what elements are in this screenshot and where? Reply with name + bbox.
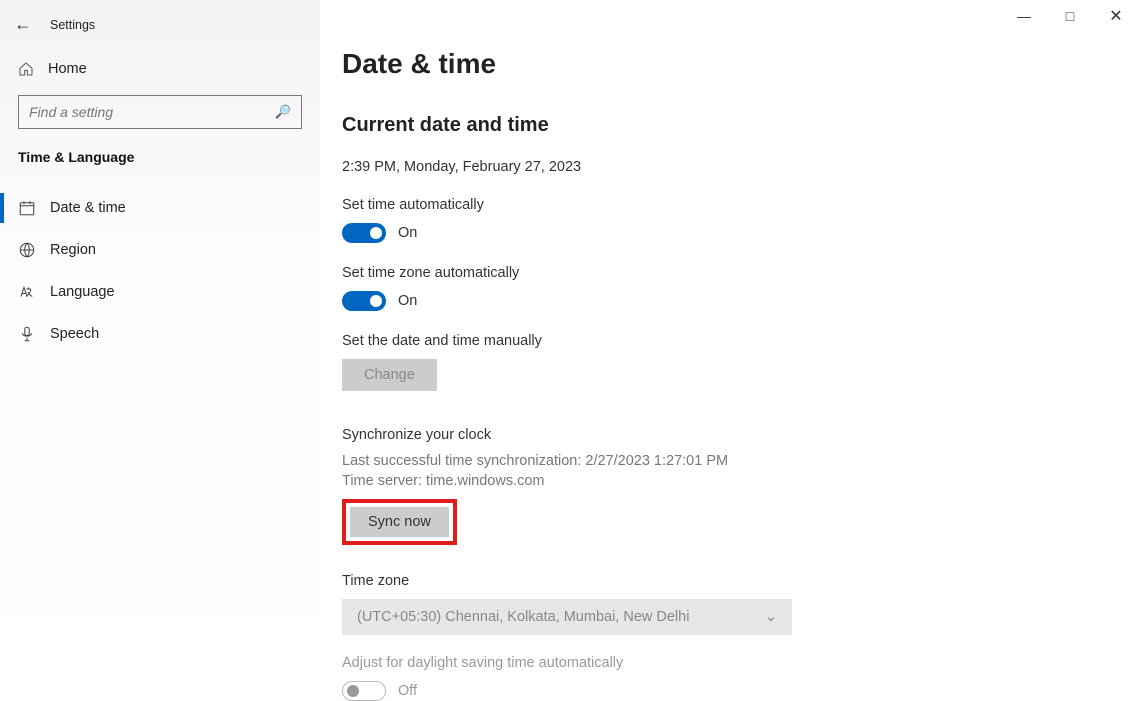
timezone-select: (UTC+05:30) Chennai, Kolkata, Mumbai, Ne… <box>342 599 792 635</box>
sidebar-item-label: Date & time <box>50 200 126 216</box>
language-icon <box>18 283 36 301</box>
window-title: Settings <box>50 18 95 32</box>
sidebar-item-label: Language <box>50 284 115 300</box>
tz-heading: Time zone <box>342 573 860 589</box>
daylight-label: Adjust for daylight saving time automati… <box>342 655 860 671</box>
sidebar-item-label: Region <box>50 242 96 258</box>
toggle-state: On <box>398 293 417 309</box>
manual-set-label: Set the date and time manually <box>342 333 860 349</box>
minimize-button[interactable]: ― <box>1001 0 1047 32</box>
window-controls: ― □ ✕ <box>1001 0 1139 32</box>
sidebar: ← Settings Home 🔍 Time & Language Date &… <box>0 0 320 693</box>
home-nav[interactable]: Home <box>0 53 320 95</box>
home-label: Home <box>48 61 87 77</box>
back-button[interactable]: ← <box>14 14 32 35</box>
current-datetime-value: 2:39 PM, Monday, February 27, 2023 <box>342 159 860 175</box>
search-input[interactable] <box>29 104 275 120</box>
microphone-icon <box>18 325 36 343</box>
sidebar-item-date-time[interactable]: Date & time <box>0 187 320 229</box>
daylight-toggle <box>342 681 386 701</box>
page-title: Date & time <box>342 48 860 80</box>
timezone-value: (UTC+05:30) Chennai, Kolkata, Mumbai, Ne… <box>357 609 689 625</box>
close-button[interactable]: ✕ <box>1093 0 1139 32</box>
sync-heading: Synchronize your clock <box>342 427 860 443</box>
category-heading: Time & Language <box>0 149 320 187</box>
set-time-auto-label: Set time automatically <box>342 197 860 213</box>
toggle-state: Off <box>398 683 417 699</box>
maximize-button[interactable]: □ <box>1047 0 1093 32</box>
main-content: Date & time Current date and time 2:39 P… <box>320 0 1139 693</box>
highlight-box: Sync now <box>342 499 457 545</box>
current-datetime-heading: Current date and time <box>342 114 860 137</box>
chevron-down-icon: ⌄ <box>765 609 777 625</box>
change-button: Change <box>342 359 437 391</box>
home-icon <box>18 61 34 77</box>
toggle-state: On <box>398 225 417 241</box>
search-icon: 🔍 <box>275 104 291 120</box>
sidebar-item-region[interactable]: Region <box>0 229 320 271</box>
globe-icon <box>18 241 36 259</box>
set-time-auto-toggle[interactable] <box>342 223 386 243</box>
set-tz-auto-label: Set time zone automatically <box>342 265 860 281</box>
sidebar-item-speech[interactable]: Speech <box>0 313 320 355</box>
time-server-text: Time server: time.windows.com <box>342 473 860 489</box>
calendar-icon <box>18 199 36 217</box>
search-box[interactable]: 🔍 <box>18 95 302 129</box>
last-sync-text: Last successful time synchronization: 2/… <box>342 453 860 469</box>
set-tz-auto-toggle[interactable] <box>342 291 386 311</box>
sidebar-item-label: Speech <box>50 326 99 342</box>
sidebar-item-language[interactable]: Language <box>0 271 320 313</box>
sync-now-button[interactable]: Sync now <box>350 507 449 537</box>
